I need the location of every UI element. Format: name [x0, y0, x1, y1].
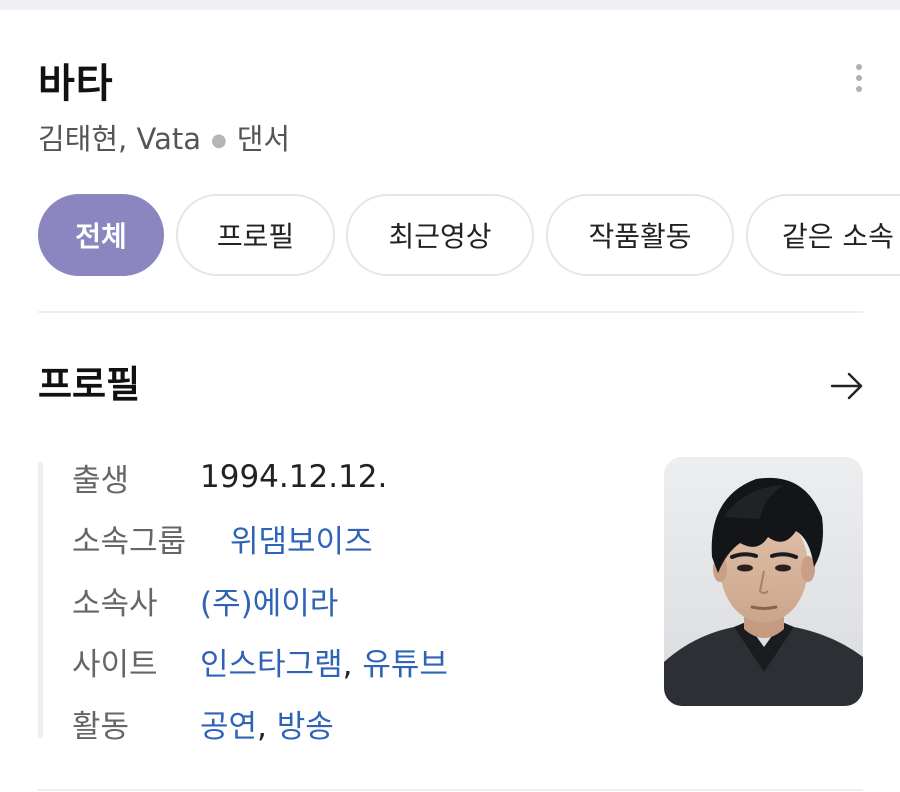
info-row-agency: 소속사 (주)에이라 [72, 577, 338, 623]
info-label: 출생 [72, 462, 130, 499]
tab-all[interactable]: 전체 [38, 194, 164, 276]
entity-title: 바타 [38, 61, 114, 107]
info-label: 소속사 [72, 585, 158, 622]
entity-header: 바타 김태현, Vata ● 댄서 [38, 58, 900, 156]
broadcast-link[interactable]: 방송 [277, 709, 334, 745]
tab-same-agency[interactable]: 같은 소속 [746, 194, 900, 276]
person-portrait-icon [664, 457, 863, 706]
tab-bar: 전체 프로필 최근영상 작품활동 같은 소속 [38, 194, 900, 276]
info-label: 소속그룹 [72, 523, 187, 560]
info-label: 사이트 [72, 646, 158, 683]
birth-date: 1994.12.12. [200, 459, 388, 495]
top-strip [0, 0, 900, 10]
instagram-link[interactable]: 인스타그램 [200, 647, 343, 683]
youtube-link[interactable]: 유튜브 [362, 647, 448, 683]
info-label: 활동 [72, 708, 130, 745]
subtitle-names: 김태현, Vata [38, 122, 201, 156]
more-options-icon[interactable] [853, 64, 865, 98]
entity-subtitle: 김태현, Vata ● 댄서 [38, 120, 290, 163]
divider [38, 789, 863, 791]
info-row-group: 소속그룹 위댐보이즈 [72, 515, 373, 561]
tab-works[interactable]: 작품활동 [546, 194, 734, 276]
arrow-right-icon[interactable] [829, 368, 865, 404]
info-accent-bar [38, 462, 43, 738]
info-row-site: 사이트 인스타그램, 유튜브 [72, 638, 448, 684]
profile-section-title: 프로필 [38, 363, 141, 406]
tab-recent-videos[interactable]: 최근영상 [346, 194, 534, 276]
dot-separator-icon: ● [210, 130, 227, 151]
tab-profile[interactable]: 프로필 [176, 194, 335, 276]
agency-link[interactable]: (주)에이라 [200, 578, 338, 623]
performance-link[interactable]: 공연 [200, 709, 257, 745]
divider [38, 311, 863, 313]
group-link[interactable]: 위댐보이즈 [230, 516, 373, 561]
profile-photo[interactable] [664, 457, 863, 706]
subtitle-job: 댄서 [236, 122, 291, 156]
info-row-activity: 활동 공연, 방송 [72, 700, 334, 746]
info-row-birth: 출생 1994.12.12. [72, 454, 387, 500]
